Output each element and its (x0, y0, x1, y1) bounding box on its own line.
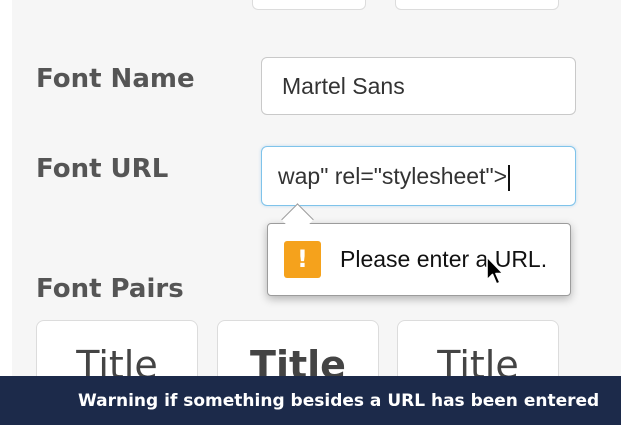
font-url-spellcheck-word: rel (334, 163, 361, 189)
top-card-partial (252, 0, 366, 10)
warning-icon: ! (284, 241, 321, 278)
screen: Font Name Martel Sans Font URL wap" rel=… (0, 0, 621, 425)
caption-text: Warning if something besides a URL has b… (78, 391, 600, 411)
mouse-pointer-icon (486, 256, 504, 285)
validation-message: Please enter a URL. (340, 246, 548, 272)
validation-tooltip-content: ! Please enter a URL. (267, 223, 571, 296)
font-name-input[interactable]: Martel Sans (261, 57, 576, 115)
font-url-value-start: wap" (278, 163, 335, 189)
text-caret (508, 164, 511, 191)
caption-bar: Warning if something besides a URL has b… (0, 376, 621, 425)
font-url-input[interactable]: wap" rel="stylesheet"> (261, 146, 576, 206)
font-url-value-end: ="stylesheet"> (360, 163, 508, 189)
top-card-partial (395, 0, 559, 10)
font-pairs-label: Font Pairs (36, 274, 184, 304)
font-name-label: Font Name (36, 64, 195, 94)
font-url-label: Font URL (36, 154, 169, 184)
